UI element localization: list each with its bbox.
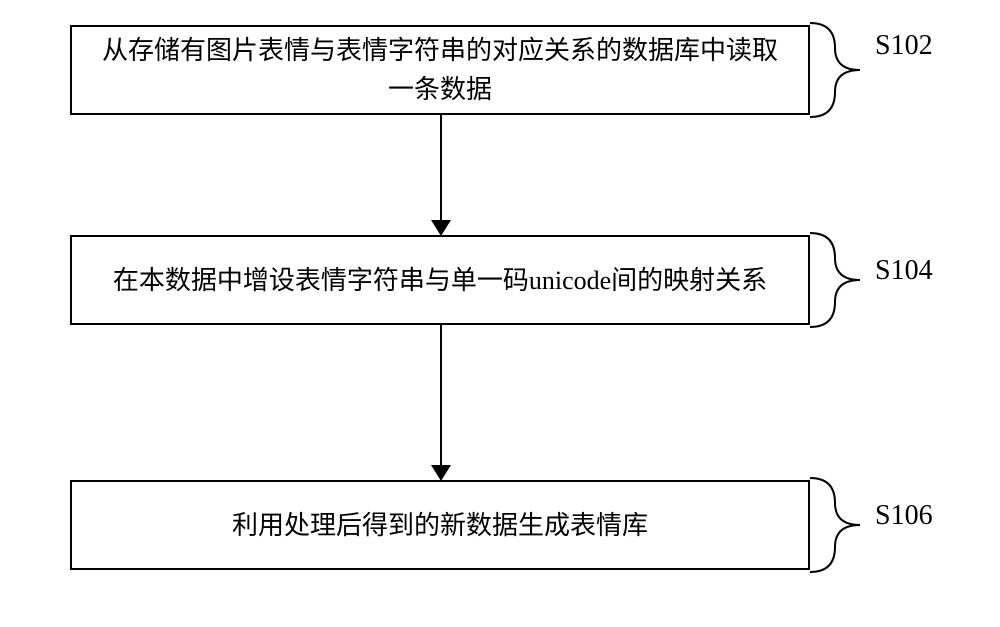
step-box-3: 利用处理后得到的新数据生成表情库	[70, 480, 810, 570]
step-text-2: 在本数据中增设表情字符串与单一码unicode间的映射关系	[113, 261, 767, 300]
step-label-1: S102	[875, 30, 933, 62]
bracket-1-icon	[810, 18, 860, 122]
arrow-2-line	[440, 325, 442, 467]
arrow-1-head-icon	[431, 220, 451, 236]
bracket-2-icon	[810, 228, 860, 332]
step-label-2: S104	[875, 255, 933, 287]
step-label-3: S106	[875, 500, 933, 532]
arrow-2-head-icon	[431, 465, 451, 481]
step-box-2: 在本数据中增设表情字符串与单一码unicode间的映射关系	[70, 235, 810, 325]
flowchart-diagram: 从存储有图片表情与表情字符串的对应关系的数据库中读取一条数据 在本数据中增设表情…	[0, 0, 1000, 627]
arrow-1-line	[440, 115, 442, 222]
bracket-3-icon	[810, 473, 860, 577]
step-text-3: 利用处理后得到的新数据生成表情库	[232, 506, 648, 545]
step-box-1: 从存储有图片表情与表情字符串的对应关系的数据库中读取一条数据	[70, 25, 810, 115]
step-text-1: 从存储有图片表情与表情字符串的对应关系的数据库中读取一条数据	[92, 31, 788, 109]
